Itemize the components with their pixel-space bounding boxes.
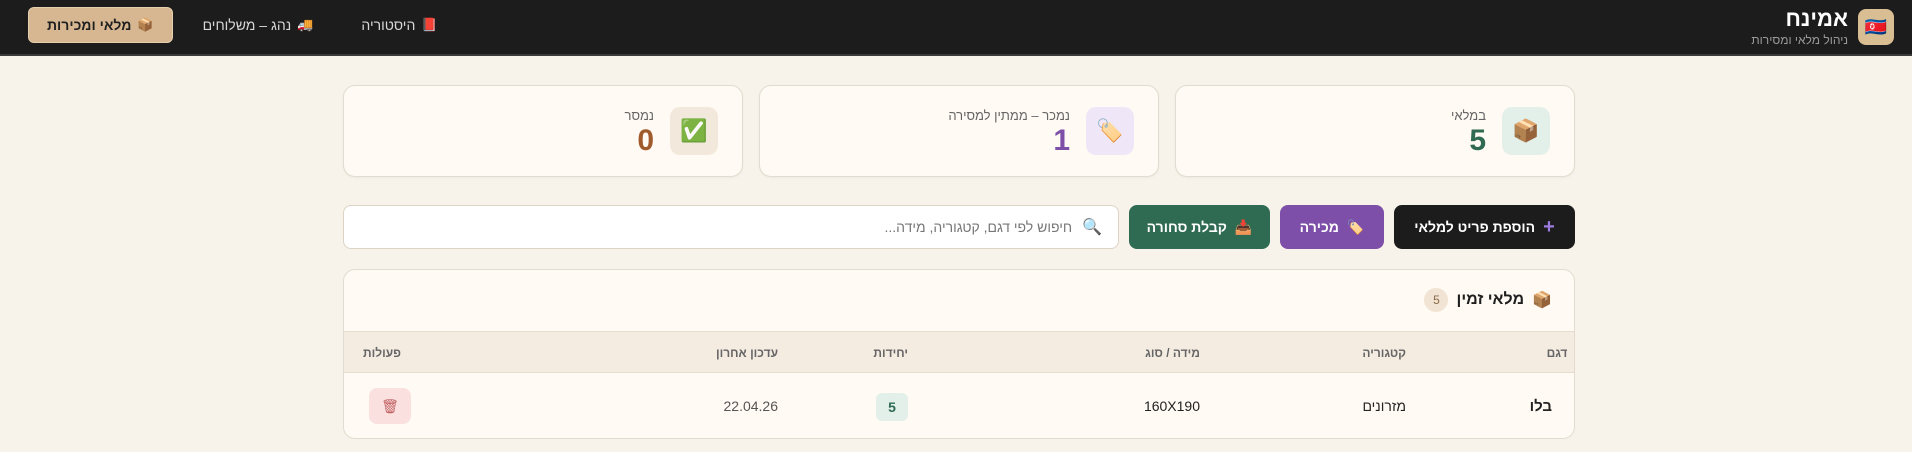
table-column-headers: דגם קטגוריה מידה / סוג יחידות עדכון אחרו… bbox=[344, 331, 1574, 373]
table-row: בלו מזרונים 160X190 5 22.04.26 🗑 bbox=[344, 373, 1574, 438]
nav-driver-label: נהג – משלוחים bbox=[202, 17, 292, 33]
stat-sold-pending-label: נמכר – ממתין למסירה bbox=[948, 108, 1070, 123]
stat-in-stock-value: 5 bbox=[1469, 124, 1486, 157]
search-input[interactable] bbox=[372, 219, 1073, 235]
stats-row: 📦 במלאי 5 🏷️ נמכר – ממתין למסירה 1 ✅ נמס… bbox=[343, 85, 1575, 177]
table-title: 📦 מלאי זמין 5 bbox=[1424, 288, 1552, 312]
receive-goods-label: קבלת סחורה bbox=[1146, 219, 1227, 235]
stat-in-stock: 📦 במלאי 5 bbox=[1175, 85, 1575, 177]
actions-row: + הוספת פריט למלאי 🏷️ מכירה 📥 קבלת סחורה… bbox=[343, 205, 1575, 249]
book-icon: 📕 bbox=[421, 17, 438, 32]
count-badge: 5 bbox=[1424, 288, 1449, 312]
col-updated: עדכון אחרון bbox=[715, 346, 778, 360]
app-subtitle: ניהול מלאי ומסירות bbox=[1751, 33, 1848, 47]
nav-inventory-label: מלאי ומכירות bbox=[47, 17, 132, 33]
nav-history[interactable]: 📕 היסטוריה bbox=[343, 7, 455, 43]
sale-label: מכירה bbox=[1299, 219, 1339, 235]
trash-icon: 🗑 bbox=[381, 397, 399, 414]
inbox-icon: 📥 bbox=[1234, 218, 1253, 235]
table-title-text: מלאי זמין bbox=[1456, 291, 1525, 308]
nav-inventory-sales[interactable]: 📦 מלאי ומכירות bbox=[28, 7, 173, 43]
brand: 🇰🇵 אמינח ניהול מלאי ומסירות bbox=[1751, 6, 1894, 48]
search-box: 🔍 bbox=[343, 205, 1119, 249]
cell-size: 160X190 bbox=[1143, 398, 1200, 414]
cell-model: בלו bbox=[1529, 398, 1552, 415]
stat-sold-pending: 🏷️ נמכר – ממתין למסירה 1 bbox=[759, 85, 1159, 177]
truck-icon: 🚚 bbox=[297, 17, 314, 32]
col-category: קטגוריה bbox=[1362, 346, 1406, 360]
box-icon: 📦 bbox=[1502, 107, 1550, 155]
receive-goods-button[interactable]: 📥 קבלת סחורה bbox=[1129, 205, 1270, 249]
add-item-button[interactable]: + הוספת פריט למלאי bbox=[1394, 205, 1575, 249]
inventory-table-card: 📦 מלאי זמין 5 דגם קטגוריה מידה / סוג יחי… bbox=[343, 269, 1575, 439]
box-icon: 📦 bbox=[137, 17, 154, 32]
table-header: 📦 מלאי זמין 5 bbox=[344, 270, 1574, 331]
box-icon: 📦 bbox=[1532, 292, 1552, 309]
nav-driver-deliveries[interactable]: 🚚 נהג – משלוחים bbox=[185, 7, 332, 43]
app-title: אמינח bbox=[1785, 6, 1848, 31]
top-bar: 🇰🇵 אמינח ניהול מלאי ומסירות 📕 היסטוריה 🚚… bbox=[0, 0, 1912, 56]
add-item-label: הוספת פריט למלאי bbox=[1414, 219, 1536, 235]
cell-updated: 22.04.26 bbox=[723, 398, 779, 414]
sale-button[interactable]: 🏷️ מכירה bbox=[1280, 205, 1384, 249]
cell-category: מזרונים bbox=[1362, 398, 1406, 414]
stat-delivered-label: נמסר bbox=[624, 108, 654, 123]
tag-icon: 🏷️ bbox=[1086, 107, 1134, 155]
flag-icon: 🇰🇵 bbox=[1858, 9, 1894, 45]
cell-units: 5 bbox=[876, 393, 908, 421]
search-icon: 🔍 bbox=[1082, 219, 1102, 236]
stat-delivered: ✅ נמסר 0 bbox=[343, 85, 743, 177]
check-icon: ✅ bbox=[670, 107, 718, 155]
plus-icon: + bbox=[1543, 215, 1555, 238]
brand-text: אמינח ניהול מלאי ומסירות bbox=[1751, 6, 1848, 48]
nav-history-label: היסטוריה bbox=[361, 17, 416, 33]
col-units: יחידות bbox=[873, 346, 908, 360]
stat-delivered-value: 0 bbox=[637, 124, 654, 157]
tag-icon: 🏷️ bbox=[1346, 218, 1365, 235]
col-actions: פעולות bbox=[363, 346, 401, 360]
col-model: דגם bbox=[1546, 346, 1568, 360]
stat-sold-pending-value: 1 bbox=[1053, 124, 1070, 157]
delete-button[interactable]: 🗑 bbox=[369, 388, 411, 424]
stat-in-stock-label: במלאי bbox=[1450, 108, 1486, 123]
main-nav: 📕 היסטוריה 🚚 נהג – משלוחים 📦 מלאי ומכירו… bbox=[28, 7, 456, 43]
col-size: מידה / סוג bbox=[1145, 346, 1200, 360]
